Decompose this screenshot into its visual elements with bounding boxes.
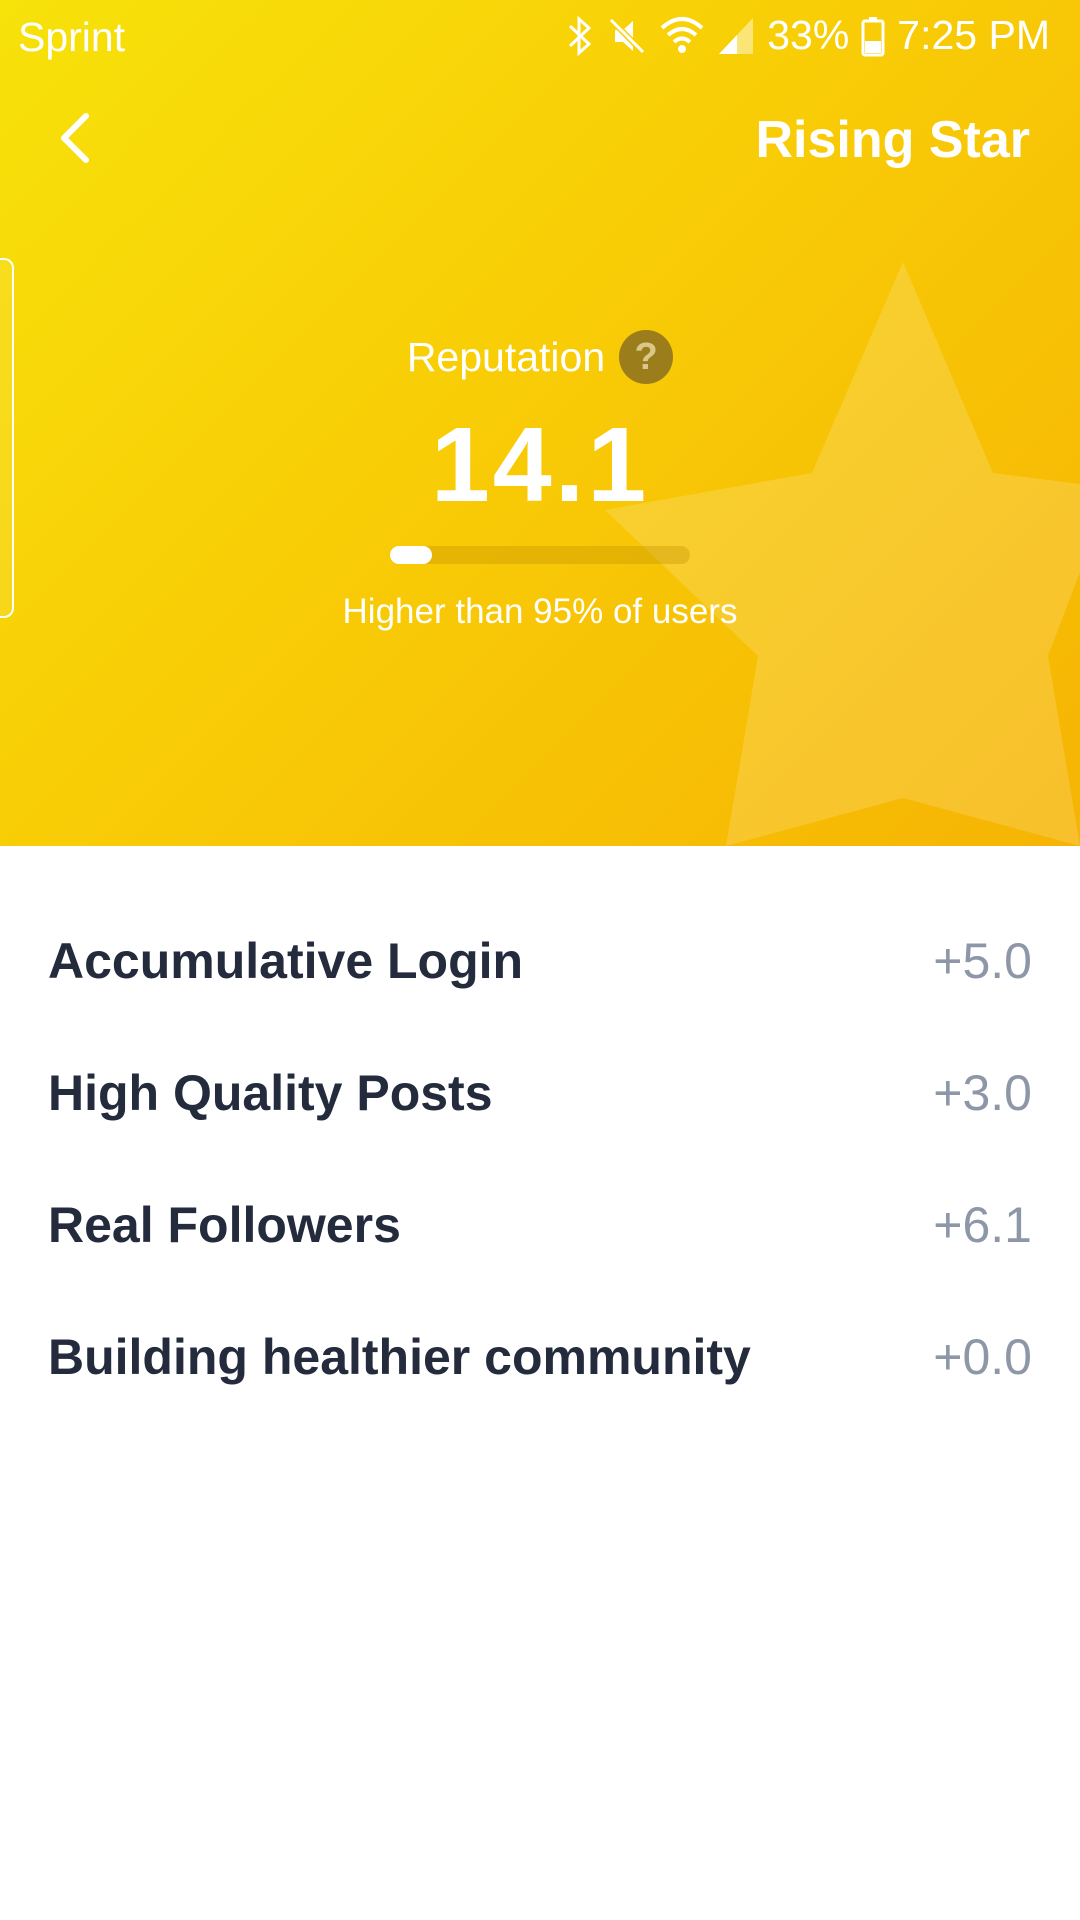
reputation-progress-bar [390, 546, 690, 564]
signal-icon [719, 17, 754, 54]
item-label: Accumulative Login [48, 933, 524, 989]
list-item: High Quality Posts +3.0 [0, 1030, 1080, 1162]
item-label: Real Followers [48, 1197, 401, 1253]
list-item: Building healthier community +0.0 [0, 1294, 1080, 1426]
battery-percent: 33% [767, 12, 850, 58]
reputation-progress-fill [390, 546, 432, 564]
item-value: +3.0 [933, 1065, 1032, 1121]
percentile-text: Higher than 95% of users [342, 592, 738, 631]
item-value: +6.1 [933, 1197, 1032, 1253]
list-item: Real Followers +6.1 [0, 1162, 1080, 1294]
item-value: +5.0 [933, 933, 1032, 989]
item-value: +0.0 [933, 1329, 1032, 1385]
bluetooth-icon [569, 15, 592, 56]
clock: 7:25 PM [897, 12, 1050, 58]
list-item: Accumulative Login +5.0 [0, 898, 1080, 1030]
reputation-label-row: Reputation ? [0, 330, 1080, 384]
reputation-breakdown-list: Accumulative Login +5.0 High Quality Pos… [0, 898, 1080, 1426]
help-icon[interactable]: ? [619, 330, 674, 384]
wifi-icon [660, 16, 704, 53]
battery-icon [861, 16, 885, 56]
reputation-label: Reputation [406, 333, 606, 380]
item-label: High Quality Posts [48, 1065, 493, 1121]
carrier-label: Sprint [18, 14, 126, 60]
chevron-left-icon[interactable] [50, 106, 110, 170]
status-bar: Sprint 33% 7:25 PM [0, 0, 1080, 76]
status-icons: 33% 7:25 PM [565, 12, 1050, 59]
item-label: Building healthier community [48, 1329, 751, 1385]
reputation-score: 14.1 [430, 406, 650, 524]
page-title: Rising Star [755, 111, 1031, 169]
reputation-header: Sprint 33% 7:25 PM Rising Star Reputatio… [0, 0, 1080, 846]
mute-icon [609, 17, 646, 54]
